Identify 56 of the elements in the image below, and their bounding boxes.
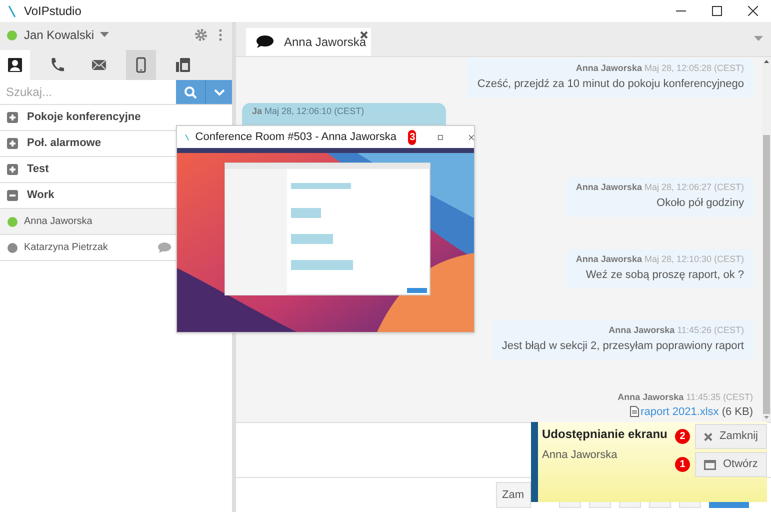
maximize-icon[interactable] — [438, 132, 444, 142]
message-text: Cześć, przejdź za 10 minut do pokoju konferencyjnego — [477, 77, 744, 92]
open-button[interactable]: Otwórz — [695, 452, 767, 477]
group-label: Pokoje konferencyjne — [27, 110, 141, 126]
expand-icon[interactable] — [7, 164, 18, 175]
collapse-icon[interactable] — [7, 190, 18, 201]
close-icon — [704, 432, 712, 442]
search-icon — [184, 86, 197, 98]
mail-icon — [91, 57, 107, 73]
chevron-icon — [214, 88, 224, 96]
message-header: Ja Maj 28, 12:06:10 (CEST) — [252, 106, 366, 116]
file-size: (6 KB) — [722, 404, 753, 420]
chat-tab[interactable]: Anna Jaworska — [246, 28, 371, 56]
message-text: Weź ze sobą proszę raport, ok ? — [584, 268, 744, 283]
window-icon — [704, 460, 716, 470]
message-header: Anna Jaworska Maj 28, 12:10:30 (CEST) — [576, 254, 744, 265]
logo-icon — [8, 4, 16, 18]
group-label: Test — [27, 162, 49, 178]
close-icon[interactable] — [360, 31, 368, 39]
hang-up-button[interactable]: Zam — [496, 482, 531, 508]
message-header: Anna Jaworska 11:45:26 (CEST) — [608, 325, 744, 336]
group-label: Poł. alarmowe — [27, 136, 101, 152]
caller-name: Anna Jaworska — [542, 448, 618, 463]
file-icon — [630, 406, 639, 418]
contact-name: Anna Jaworska — [24, 215, 92, 229]
search-button[interactable] — [176, 80, 206, 104]
dropdown-button[interactable] — [206, 80, 232, 104]
more-icon[interactable] — [219, 28, 222, 40]
count-badge: 1 — [675, 457, 690, 472]
phone-icon — [49, 57, 65, 73]
close-button[interactable]: Zamknij — [695, 424, 767, 449]
group-label: Work — [27, 188, 54, 204]
count-badge: 3 — [408, 130, 416, 144]
message-header: Anna Jaworska 11:45:35 (CEST) — [618, 392, 753, 402]
expand-icon[interactable] — [7, 112, 18, 123]
maximize-icon[interactable] — [712, 6, 722, 16]
message-text: Jest błąd w sekcji 2, przesyłam poprawiony raport — [502, 339, 744, 354]
settings-icon[interactable] — [195, 28, 207, 40]
nav-tab[interactable] — [0, 50, 30, 80]
expand-icon[interactable] — [7, 138, 18, 149]
scrollbar[interactable] — [762, 57, 771, 422]
message-text: Około pół godziny — [656, 196, 744, 212]
contact-name: Katarzyna Pietrzak — [24, 241, 108, 255]
chat-bubble-icon — [256, 35, 274, 49]
notification-title: Udostępnianie ekranu — [542, 426, 668, 443]
fax-icon — [175, 57, 191, 73]
contacts-icon — [7, 57, 23, 73]
message-header: Anna Jaworska Maj 28, 12:05:28 (CEST) — [574, 63, 744, 74]
caret-icon[interactable] — [100, 32, 110, 38]
count-badge: 2 — [675, 429, 690, 444]
app-title: VoIPstudio — [24, 3, 82, 20]
search-field[interactable]: Szukaj... — [0, 80, 176, 104]
user-name[interactable]: Jan Kowalski — [24, 26, 94, 44]
close-icon[interactable] — [748, 6, 758, 16]
close-icon[interactable] — [469, 132, 474, 142]
message-header: Anna Jaworska Maj 28, 12:06:27 (CEST) — [576, 182, 744, 194]
